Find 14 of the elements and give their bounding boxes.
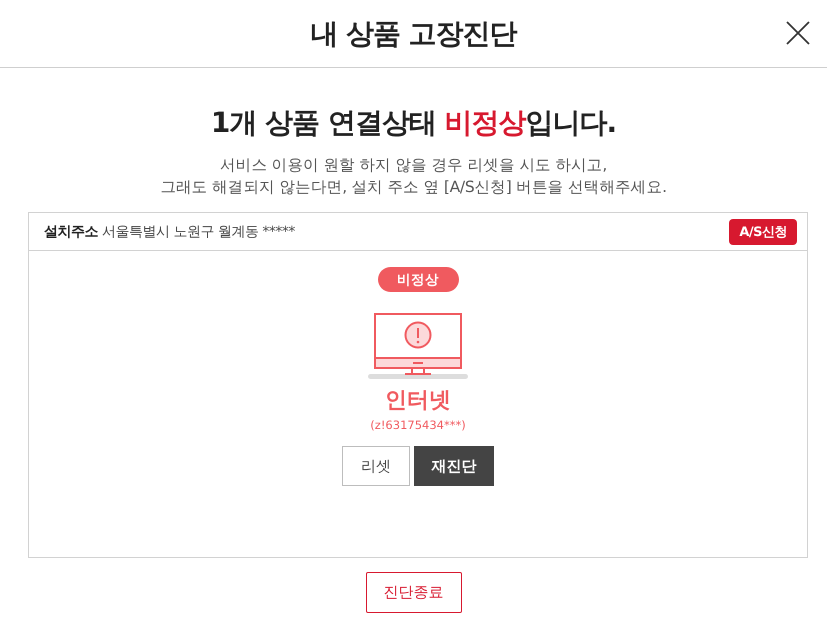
as-request-button[interactable]: A/S신청	[729, 218, 797, 244]
rediagnose-button[interactable]: 재진단	[414, 446, 494, 486]
instruction-text: 서비스 이용이 원할 하지 않을 경우 리셋을 시도 하시고, 그래도 해결되지 않는다면, 설치 주소 옆 [A/S신청] 버튼을 선택해주세요.	[159, 155, 668, 198]
product-id: (z!63175434***)	[370, 418, 466, 433]
close-button[interactable]	[785, 20, 811, 46]
monitor-warning-icon	[368, 313, 468, 379]
status-headline: 1개 상품 연결상태 비정상입니다.	[210, 106, 618, 140]
dialog-title: 내 상품 고장진단	[310, 16, 517, 52]
product-name: 인터넷	[385, 387, 451, 415]
reset-button[interactable]: 리셋	[342, 446, 410, 486]
status-badge: 비정상	[378, 267, 458, 292]
install-address: 설치주소 서울특별시 노원구 월계동 *****	[44, 222, 295, 240]
close-icon	[785, 20, 811, 46]
end-diagnosis-button[interactable]: 진단종료	[366, 572, 462, 613]
